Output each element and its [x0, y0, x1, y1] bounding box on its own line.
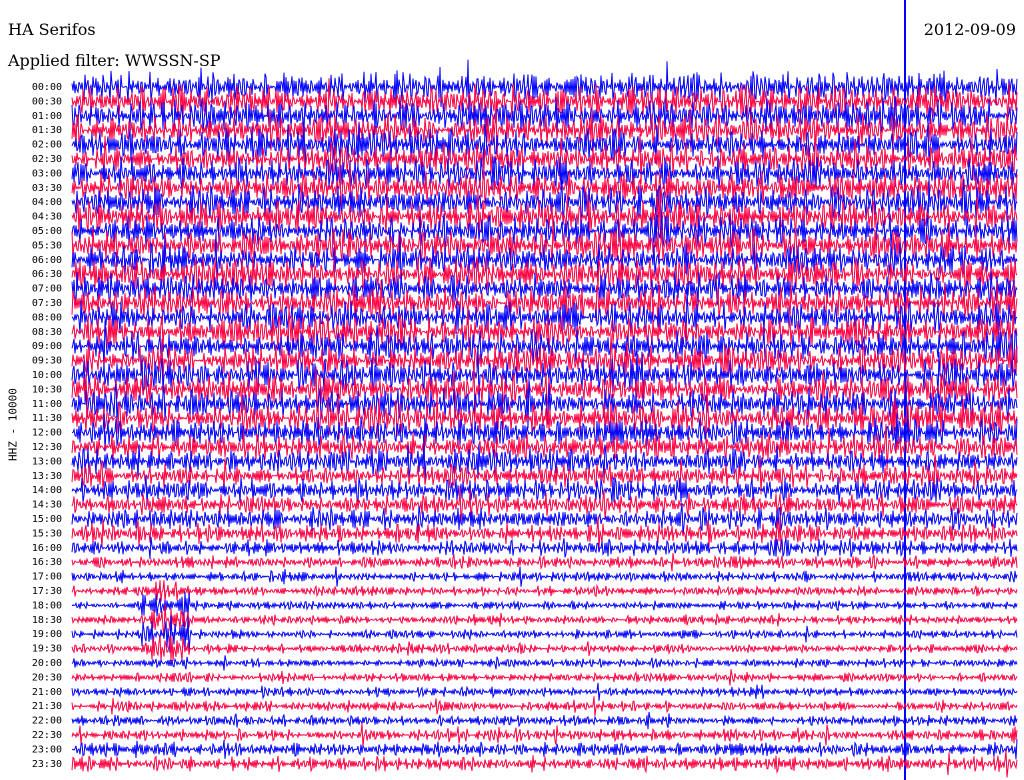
row-time-label: 09:00 — [32, 341, 62, 352]
row-time-label: 23:30 — [32, 759, 62, 770]
trace-row — [71, 591, 1018, 620]
trace-row — [71, 580, 1018, 602]
row-time-label: 14:30 — [32, 500, 62, 511]
trace-row — [71, 536, 1018, 559]
row-time-label: 02:30 — [32, 154, 62, 165]
row-time-label: 06:30 — [32, 269, 62, 280]
row-time-label: 13:30 — [32, 471, 62, 482]
row-time-label: 03:00 — [32, 168, 62, 179]
row-time-label: 08:30 — [32, 327, 62, 338]
row-time-label: 20:30 — [32, 672, 62, 683]
row-time-label: 21:00 — [32, 687, 62, 698]
row-time-label: 00:00 — [32, 82, 62, 93]
row-time-label: 00:30 — [32, 96, 62, 107]
trace-row — [71, 711, 1018, 730]
row-time-label: 20:00 — [32, 658, 62, 669]
row-time-label: 15:30 — [32, 528, 62, 539]
row-time-label: 05:00 — [32, 226, 62, 237]
row-time-label: 07:30 — [32, 298, 62, 309]
trace-row — [71, 566, 1018, 587]
seismogram-plot: 00:00 00:30 01:00 01:30 02:00 02:30 03:00 03:30… — [32, 0, 1018, 780]
row-time-label: 12:30 — [32, 442, 62, 453]
row-time-label: 22:30 — [32, 730, 62, 741]
row-time-label: 01:30 — [32, 125, 62, 136]
trace-row — [71, 669, 1018, 686]
trace-row — [71, 682, 1018, 701]
row-time-label: 04:00 — [32, 197, 62, 208]
trace-row — [71, 655, 1018, 671]
row-time-label: 22:00 — [32, 716, 62, 727]
row-time-label: 16:30 — [32, 557, 62, 568]
row-time-label: 09:30 — [32, 356, 62, 367]
row-time-label: 21:30 — [32, 701, 62, 712]
row-time-label: 14:00 — [32, 485, 62, 496]
trace-row — [71, 635, 1018, 662]
row-time-label: 17:30 — [32, 586, 62, 597]
row-time-label: 02:00 — [32, 140, 62, 151]
row-time-label: 23:00 — [32, 744, 62, 755]
row-time-label: 04:30 — [32, 212, 62, 223]
row-time-label: 18:00 — [32, 600, 62, 611]
row-time-label: 12:00 — [32, 428, 62, 439]
row-time-label: 17:00 — [32, 572, 62, 583]
row-time-label: 16:00 — [32, 543, 62, 554]
helicorder-view: HA Serifos 2012-09-09 Applied filter: WW… — [0, 0, 1024, 780]
row-time-label: 19:30 — [32, 644, 62, 655]
row-time-label: 11:30 — [32, 413, 62, 424]
row-time-label: 05:30 — [32, 240, 62, 251]
trace-row — [71, 552, 1018, 572]
row-time-label: 07:00 — [32, 284, 62, 295]
trace-row — [71, 739, 1018, 760]
row-time-label: 15:00 — [32, 514, 62, 525]
trace-row — [71, 696, 1018, 717]
row-time-label: 06:00 — [32, 255, 62, 266]
row-time-label: 03:30 — [32, 183, 62, 194]
row-time-label: 10:00 — [32, 370, 62, 381]
row-time-label: 19:00 — [32, 629, 62, 640]
row-time-label: 11:00 — [32, 399, 62, 410]
row-time-label: 08:00 — [32, 312, 62, 323]
row-time-label: 18:30 — [32, 615, 62, 626]
row-time-label: 13:00 — [32, 456, 62, 467]
row-time-label: 01:00 — [32, 111, 62, 122]
row-time-label: 10:30 — [32, 384, 62, 395]
